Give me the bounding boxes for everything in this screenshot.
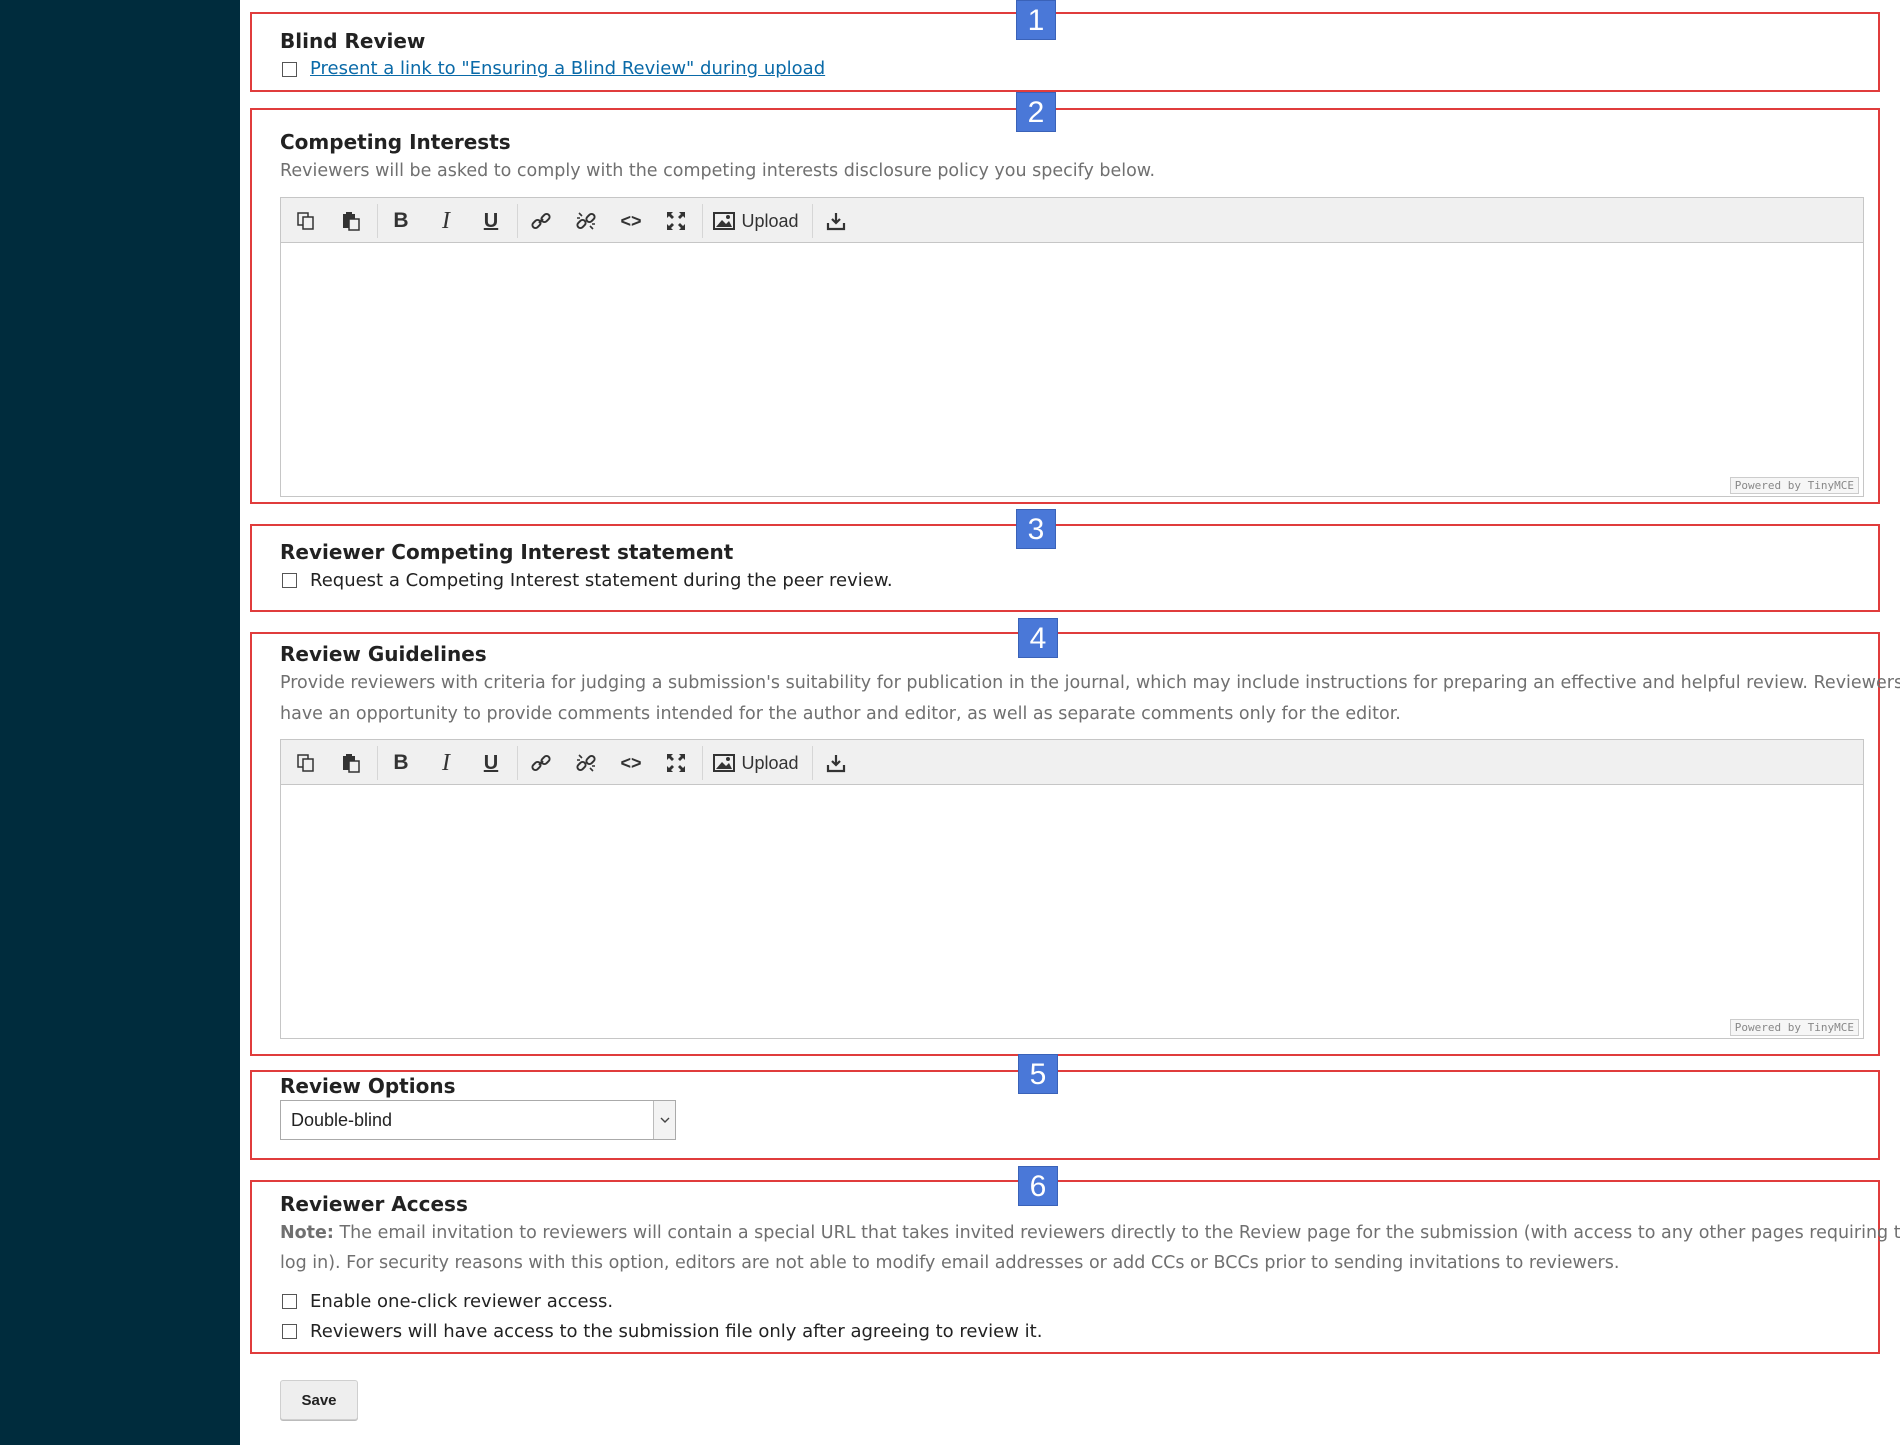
one-click-access-label[interactable]: Enable one-click reviewer access. [310, 1291, 613, 1312]
editor-toolbar: B I U <> Upload [281, 740, 1863, 785]
competing-interests-editor[interactable]: B I U <> Upload Powered by TinyMCE [280, 197, 1864, 497]
restrict-file-access-label[interactable]: Reviewers will have access to the submis… [310, 1321, 1042, 1342]
fullscreen-icon[interactable] [661, 206, 691, 236]
editor-toolbar: B I U <> Upload [281, 198, 1863, 243]
powered-by-tinymce: Powered by TinyMCE [1729, 1019, 1859, 1036]
review-guidelines-description-line1: Provide reviewers with criteria for judg… [280, 673, 1900, 693]
bold-icon[interactable]: B [386, 748, 416, 778]
image-icon [713, 754, 736, 772]
blind-review-title: Blind Review [280, 29, 426, 53]
toolbar-separator [517, 746, 518, 780]
link-icon[interactable] [526, 206, 556, 236]
powered-by-tinymce: Powered by TinyMCE [1729, 477, 1859, 494]
reviewer-access-note-line2: log in). For security reasons with this … [280, 1253, 1620, 1273]
link-icon[interactable] [526, 748, 556, 778]
copy-icon[interactable] [291, 206, 321, 236]
review-options-title: Review Options [280, 1074, 456, 1098]
code-icon[interactable]: <> [616, 206, 646, 236]
note-text-1: The email invitation to reviewers will c… [333, 1223, 1900, 1243]
italic-icon[interactable]: I [431, 206, 461, 236]
fullscreen-icon[interactable] [661, 748, 691, 778]
sidebar [0, 0, 240, 1445]
blind-review-checkbox-label[interactable]: Present a link to "Ensuring a Blind Revi… [310, 58, 825, 79]
badge-6: 6 [1018, 1166, 1058, 1206]
review-guidelines-editor[interactable]: B I U <> Upload Powered by TinyMCE [280, 739, 1864, 1039]
reviewer-ci-statement-label[interactable]: Request a Competing Interest statement d… [310, 570, 893, 591]
reviewer-access-note-line1: Note: The email invitation to reviewers … [280, 1218, 1900, 1248]
download-icon[interactable] [821, 206, 851, 236]
blind-review-link[interactable]: Present a link to "Ensuring a Blind Revi… [310, 58, 825, 79]
italic-icon[interactable]: I [431, 748, 461, 778]
restrict-file-access-checkbox[interactable] [282, 1324, 297, 1339]
upload-button[interactable]: Upload [711, 206, 801, 236]
toolbar-separator [812, 746, 813, 780]
paste-icon[interactable] [336, 206, 366, 236]
toolbar-separator [702, 746, 703, 780]
toolbar-separator [702, 204, 703, 238]
save-button[interactable]: Save [280, 1380, 358, 1420]
paste-icon[interactable] [336, 748, 366, 778]
review-guidelines-title: Review Guidelines [280, 642, 487, 666]
competing-interests-description: Reviewers will be asked to comply with t… [280, 161, 1156, 181]
toolbar-separator [377, 746, 378, 780]
review-guidelines-description-line2: have an opportunity to provide comments … [280, 704, 1401, 724]
upload-label: Upload [741, 210, 799, 231]
chevron-down-icon[interactable] [653, 1101, 675, 1139]
copy-icon[interactable] [291, 748, 321, 778]
bold-icon[interactable]: B [386, 206, 416, 236]
code-icon[interactable]: <> [616, 748, 646, 778]
unlink-icon[interactable] [571, 206, 601, 236]
review-options-select[interactable]: Double-blind [280, 1100, 676, 1140]
toolbar-separator [812, 204, 813, 238]
image-icon [713, 212, 736, 230]
blind-review-checkbox[interactable] [282, 62, 297, 77]
reviewer-ci-statement-checkbox[interactable] [282, 573, 297, 588]
badge-2: 2 [1016, 92, 1056, 132]
unlink-icon[interactable] [571, 748, 601, 778]
section-blind-review [250, 12, 1880, 92]
badge-3: 3 [1016, 509, 1056, 549]
upload-button[interactable]: Upload [711, 748, 801, 778]
competing-interests-title: Competing Interests [280, 130, 511, 154]
badge-1: 1 [1016, 0, 1056, 40]
one-click-access-checkbox[interactable] [282, 1294, 297, 1309]
upload-label: Upload [741, 752, 799, 773]
toolbar-separator [377, 204, 378, 238]
note-label: Note: [280, 1223, 334, 1243]
badge-5: 5 [1018, 1054, 1058, 1094]
download-icon[interactable] [821, 748, 851, 778]
section-reviewer-ci-statement [250, 524, 1880, 612]
underline-icon[interactable]: U [476, 748, 506, 778]
review-options-selected: Double-blind [291, 1110, 393, 1130]
underline-icon[interactable]: U [476, 206, 506, 236]
reviewer-ci-statement-title: Reviewer Competing Interest statement [280, 540, 734, 564]
reviewer-access-title: Reviewer Access [280, 1192, 468, 1216]
toolbar-separator [517, 204, 518, 238]
badge-4: 4 [1018, 618, 1058, 658]
